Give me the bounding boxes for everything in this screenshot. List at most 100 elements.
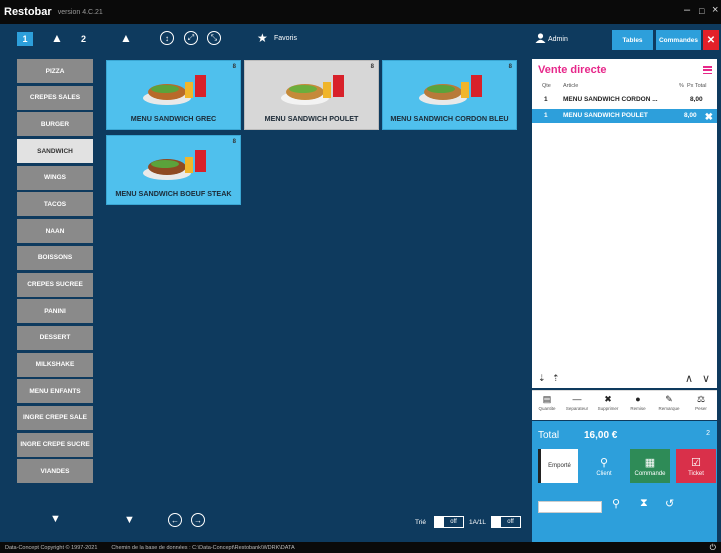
close-window-icon[interactable]: × (712, 4, 718, 16)
category-button[interactable]: BOISSONS (17, 245, 93, 270)
app-name: Restobar (4, 6, 52, 18)
arrow-right-icon[interactable]: → (191, 513, 205, 527)
order-panel: Vente directe Qte Article % Px Total 1 M… (532, 59, 717, 388)
star-icon[interactable]: ★ (257, 31, 268, 45)
product-tile[interactable]: 8 MENU SANDWICH GREC (106, 60, 241, 130)
calculator-icon: ▤ (542, 394, 552, 404)
category-button[interactable]: CREPES SUCREE (17, 272, 93, 297)
clipboard-icon: ▦ (644, 456, 656, 469)
sort-up-icon[interactable]: ⇡ (552, 373, 560, 384)
separator-tool[interactable]: — Separateur (562, 394, 592, 411)
category-button[interactable]: NAAN (17, 219, 93, 244)
emporte-button[interactable]: Emporté (538, 449, 578, 483)
order-title: Vente directe (538, 64, 607, 76)
user-icon (535, 33, 546, 43)
chevron-up-icon[interactable]: ▲ (51, 31, 63, 45)
discount-tool[interactable]: ● Remise (623, 394, 653, 411)
tool-label: Remarque (658, 406, 680, 411)
category-button[interactable]: INGRE CREPE SALE (17, 405, 93, 430)
product-badge: 8 (508, 64, 512, 70)
pen-icon: ✎ (665, 394, 673, 404)
category-button[interactable]: CREPES SALES (17, 85, 93, 110)
category-button[interactable]: TACOS (17, 192, 93, 217)
minimize-icon[interactable]: – (684, 4, 690, 16)
product-name: MENU SANDWICH GREC (130, 114, 217, 123)
chevron-down-icon[interactable]: ▼ (124, 514, 135, 526)
category-button[interactable]: DESSERT (17, 325, 93, 350)
row-article: MENU SANDWICH CORDON ... (563, 96, 658, 103)
chevron-up-icon[interactable]: ∧ (685, 372, 693, 385)
maximize-icon[interactable]: □ (699, 6, 704, 16)
remark-tool[interactable]: ✎ Remarque (654, 394, 684, 411)
quantity-tool[interactable]: ▤ Quantite (532, 394, 562, 411)
collapse-icon[interactable]: ⤡ (207, 31, 221, 45)
toggle-knob (435, 517, 444, 527)
page-2-button[interactable]: 2 (81, 34, 86, 44)
category-button[interactable]: VIANDES (17, 459, 93, 484)
category-button-active[interactable]: SANDWICH (17, 139, 93, 164)
category-sidebar: PIZZA CREPES SALES BURGER SANDWICH WINGS… (17, 59, 93, 486)
category-button[interactable]: INGRE CREPE SUCRE (17, 432, 93, 457)
order-toolbar: ▤ Quantite — Separateur ✖ Supprimer ● Re… (532, 390, 717, 420)
arrow-left-icon[interactable]: ← (168, 513, 182, 527)
category-button[interactable]: PANINI (17, 299, 93, 324)
product-tile[interactable]: 8 MENU SANDWICH CORDON BLEU (382, 60, 517, 130)
user-name: Admin (548, 36, 568, 43)
category-button[interactable]: MENU ENFANTS (17, 379, 93, 404)
order-row[interactable]: 1 MENU SANDWICH CORDON ... 8,00 (532, 93, 717, 107)
power-icon[interactable]: ⏻ (710, 543, 716, 553)
expand-icon[interactable]: ⤢ (184, 31, 198, 45)
weigh-tool[interactable]: ⚖ Peser (686, 394, 716, 411)
search-input[interactable] (538, 501, 602, 513)
product-badge: 8 (232, 139, 236, 145)
ratio-toggle[interactable]: off (491, 516, 521, 528)
tables-button[interactable]: Tables (612, 30, 653, 50)
row-total: 8,00 (690, 96, 703, 103)
chevron-down-icon[interactable]: ∨ (702, 372, 710, 385)
refresh-icon[interactable]: ↺ (665, 497, 674, 510)
hamburger-menu-icon[interactable] (703, 66, 712, 76)
page-1-button[interactable]: 1 (17, 32, 33, 46)
tri-toggle[interactable]: off (434, 516, 464, 528)
ratio-label: 1A/1L (469, 519, 486, 526)
close-icon[interactable]: ✕ (703, 30, 719, 50)
category-button[interactable]: MILKSHAKE (17, 352, 93, 377)
order-row-selected[interactable]: 1 MENU SANDWICH POULET 8,00 ✖ (532, 109, 717, 123)
delete-tool[interactable]: ✖ Supprimer (593, 394, 623, 411)
search-icon[interactable]: ⚲ (612, 497, 620, 510)
toggle-value: off (507, 519, 514, 525)
product-badge: 8 (370, 64, 374, 70)
row-qty: 1 (544, 96, 548, 103)
commandes-button[interactable]: Commandes (656, 30, 701, 50)
sort-down-icon[interactable]: ⇣ (538, 373, 546, 384)
chevron-down-icon[interactable]: ▼ (50, 513, 61, 525)
chevron-up-icon[interactable]: ▲ (120, 31, 132, 45)
sandwich-image-icon (143, 75, 206, 105)
remove-row-icon[interactable]: ✖ (705, 112, 713, 123)
favorites-label[interactable]: Favoris (274, 35, 297, 42)
toggle-value: off (450, 519, 457, 525)
col-total: Px Total (687, 83, 707, 89)
vertical-arrows-icon[interactable]: ↕ (160, 31, 174, 45)
hourglass-icon[interactable]: ⧗ (640, 497, 648, 510)
category-button[interactable]: BURGER (17, 112, 93, 137)
row-total: 8,00 (684, 112, 697, 119)
product-tile[interactable]: 8 MENU SANDWICH BOEUF STEAK (106, 135, 241, 205)
sandwich-image-icon (281, 75, 344, 105)
status-bar: Data-Concept Copyright © 1997-2021 Chemi… (0, 542, 721, 553)
check-icon: ☑ (691, 456, 701, 469)
row-qty: 1 (544, 112, 548, 119)
discount-icon: ● (635, 394, 641, 404)
category-button[interactable]: PIZZA (17, 59, 93, 83)
toggle-knob (492, 517, 501, 527)
emporte-label: Emporté (548, 463, 571, 469)
commande-button[interactable]: ▦ Commande (630, 449, 670, 483)
copyright: Data-Concept Copyright © 1997-2021 (5, 544, 98, 551)
category-button[interactable]: WINGS (17, 165, 93, 190)
tool-label: Supprimer (597, 406, 619, 411)
tri-label: Trié (415, 519, 426, 526)
client-button[interactable]: ⚲ Client (584, 449, 624, 483)
product-tile[interactable]: 8 MENU SANDWICH POULET (244, 60, 379, 130)
tool-label: Peser (695, 406, 707, 411)
ticket-button[interactable]: ☑ Ticket (676, 449, 716, 483)
